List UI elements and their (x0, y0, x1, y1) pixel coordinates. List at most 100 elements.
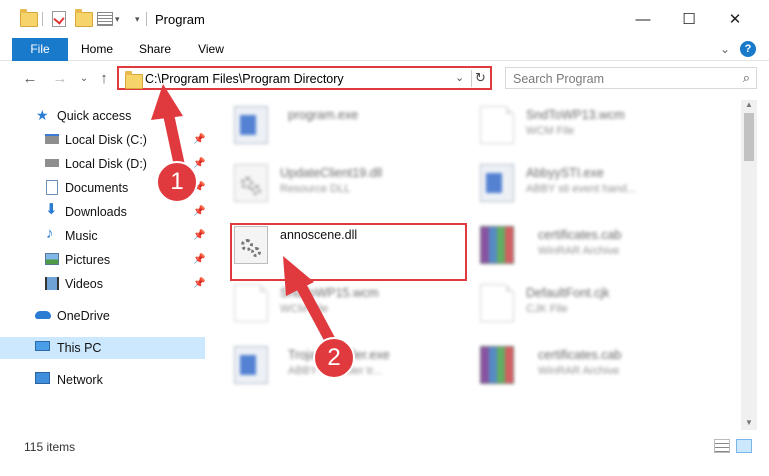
new-folder-icon[interactable] (75, 8, 93, 28)
sidebar-item-label: OneDrive (57, 309, 110, 323)
document-icon (234, 284, 268, 322)
sidebar-item-label: Videos (65, 277, 103, 291)
large-icons-view-icon[interactable] (736, 439, 752, 453)
step-2-badge: 2 (313, 337, 355, 379)
file-item[interactable]: TrojanInstaller.exe ABBYY Reader tr... (234, 344, 474, 386)
file-item[interactable]: SndToWP15.wcm WCM File (234, 282, 474, 324)
file-item[interactable]: certificates.cab WinRAR Archive (480, 224, 720, 266)
refresh-button[interactable]: ↻ (475, 70, 486, 86)
file-item[interactable]: certificates.cab WinRAR Archive (480, 344, 720, 386)
address-divider (471, 70, 472, 87)
help-icon[interactable]: ? (740, 41, 756, 57)
computer-icon (35, 341, 50, 351)
minimize-button[interactable]: — (620, 0, 666, 38)
file-description: Resource DLL (280, 183, 351, 195)
search-input[interactable]: Search Program ⌕ (505, 67, 757, 89)
tab-home[interactable]: Home (74, 38, 120, 60)
sidebar-item-this-pc[interactable]: This PC (0, 337, 205, 359)
title-divider (146, 12, 147, 26)
file-description: WinRAR Archive (538, 365, 620, 377)
file-name: certificates.cab (538, 228, 622, 242)
sidebar-item-label: Pictures (65, 253, 111, 267)
window-title: Program (155, 12, 205, 27)
file-name: SndToWP13.wcm (526, 108, 625, 122)
scrollbar-thumb[interactable] (744, 113, 754, 161)
forward-button[interactable]: → (50, 69, 70, 89)
tab-view[interactable]: View (190, 38, 232, 60)
network-icon (35, 372, 50, 384)
file-description: ABBY sti event hand... (526, 183, 636, 195)
file-highlight-box (230, 223, 467, 281)
sidebar-item-label: Music (65, 229, 98, 243)
sidebar-item-label: Downloads (65, 205, 127, 219)
pin-icon[interactable]: 📌 (193, 134, 205, 145)
document-icon (480, 106, 514, 144)
videos-icon (45, 277, 59, 290)
customize-qa-icon[interactable]: ▾ (135, 10, 140, 28)
pin-icon[interactable]: 📌 (193, 254, 205, 265)
file-item[interactable]: AbbyySTI.exe ABBY sti event hand... (480, 162, 720, 204)
sidebar-item-onedrive[interactable]: OneDrive (0, 305, 205, 327)
details-view-icon[interactable] (714, 439, 730, 453)
app-icon (234, 346, 268, 384)
sidebar-item-label: Local Disk (D:) (65, 157, 147, 171)
back-button[interactable]: ← (20, 69, 40, 89)
sidebar-item-downloads[interactable]: ⬇ Downloads 📌 (0, 201, 205, 223)
drive-icon (45, 134, 59, 144)
pin-icon[interactable]: 📌 (193, 158, 205, 169)
sidebar-item-label: This PC (57, 341, 102, 355)
ribbon-tabs: File Home Share View ⌄ ? (0, 38, 769, 80)
sidebar-item-music[interactable]: ♪ Music 📌 (0, 225, 205, 247)
folder-icon[interactable] (20, 8, 38, 28)
scroll-up-icon[interactable]: ▲ (741, 100, 757, 112)
pictures-icon (45, 253, 59, 265)
pin-icon[interactable]: 📌 (193, 206, 205, 217)
file-name: DefaultFont.cjk (526, 286, 610, 300)
file-item[interactable]: program.exe (234, 104, 474, 146)
sidebar-item-local-disk-c[interactable]: Local Disk (C:) 📌 (0, 129, 205, 151)
archive-icon (480, 226, 514, 264)
drive-icon (45, 159, 59, 167)
sidebar-item-network[interactable]: Network (0, 369, 205, 391)
address-dropdown-icon[interactable]: ⌄ (455, 71, 464, 84)
view-options-icon[interactable]: ▾ (97, 10, 120, 28)
pin-icon[interactable]: 📌 (193, 278, 205, 289)
archive-icon (480, 346, 514, 384)
sidebar-item-label: Network (57, 373, 103, 387)
cloud-icon (35, 311, 51, 319)
file-item[interactable]: SndToWP13.wcm WCM File (480, 104, 720, 146)
app-icon (480, 164, 514, 202)
pin-icon[interactable]: 📌 (193, 230, 205, 241)
file-item[interactable]: UpdateClient19.dll Resource DLL (234, 162, 474, 204)
address-path[interactable]: C:\Program Files\Program Directory (145, 72, 344, 86)
sidebar-item-videos[interactable]: Videos 📌 (0, 273, 205, 295)
file-name: program.exe (288, 108, 359, 122)
file-name: AbbyySTI.exe (526, 166, 604, 180)
app-icon (234, 106, 268, 144)
sidebar-item-label: Documents (65, 181, 129, 195)
file-name: UpdateClient19.dll (280, 166, 383, 180)
up-button[interactable]: ↑ (94, 69, 114, 89)
title-bar: ▾ ▾ Program — ☐ ✕ (0, 0, 769, 38)
file-description: CJK File (526, 303, 568, 315)
sidebar-item-quick-access[interactable]: ★ Quick access (0, 105, 205, 127)
downloads-icon: ⬇ (45, 201, 58, 218)
tab-share[interactable]: Share (130, 38, 180, 60)
close-button[interactable]: ✕ (712, 0, 758, 38)
status-bar: 115 items (0, 436, 769, 458)
maximize-button[interactable]: ☐ (666, 0, 712, 38)
properties-icon[interactable] (52, 10, 66, 28)
address-bar[interactable]: C:\Program Files\Program Directory ⌄ ↻ (117, 66, 492, 90)
vertical-scrollbar[interactable]: ▲ ▼ (741, 100, 757, 430)
gear-file-icon (234, 164, 268, 202)
scroll-down-icon[interactable]: ▼ (741, 418, 757, 430)
navigation-pane: ★ Quick access Local Disk (C:) 📌 Local D… (0, 100, 205, 430)
file-description: WCM File (280, 303, 329, 315)
collapse-ribbon-icon[interactable]: ⌄ (716, 38, 734, 60)
file-item[interactable]: DefaultFont.cjk CJK File (480, 282, 720, 324)
document-icon (480, 284, 514, 322)
file-name: SndToWP15.wcm (280, 286, 379, 300)
star-icon: ★ (36, 107, 49, 123)
recent-locations-button[interactable]: ⌄ (74, 69, 94, 89)
sidebar-item-pictures[interactable]: Pictures 📌 (0, 249, 205, 271)
